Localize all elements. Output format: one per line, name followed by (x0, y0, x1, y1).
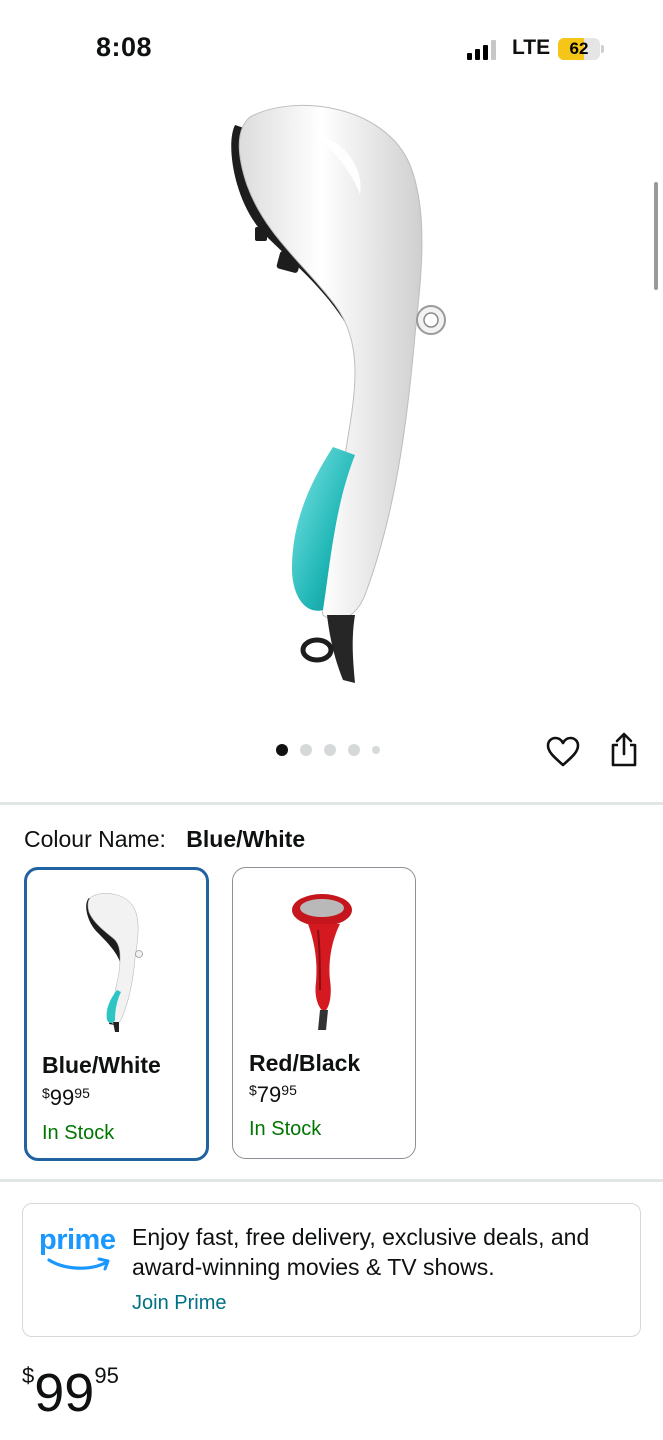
signal-bars-icon (467, 40, 496, 60)
variant-price: $9995 (42, 1085, 90, 1110)
colour-name-value: Blue/White (186, 826, 306, 852)
price-fraction: 95 (94, 1363, 119, 1388)
network-type: LTE (512, 36, 551, 59)
section-divider (0, 1179, 663, 1182)
prime-logo-text: prime (39, 1224, 116, 1256)
battery-cap (601, 45, 604, 53)
heart-icon[interactable] (546, 735, 580, 769)
variant-price: $7995 (249, 1082, 297, 1107)
colour-name-row: Colour Name: Blue/White (24, 826, 305, 853)
scrollbar[interactable] (654, 182, 658, 290)
prime-promo-card[interactable]: prime Enjoy fast, free delivery, exclusi… (22, 1203, 641, 1337)
price-whole: 99 (34, 1363, 95, 1423)
section-divider (0, 802, 663, 805)
prime-smile-icon (47, 1257, 110, 1271)
join-prime-link[interactable]: Join Prime (132, 1292, 226, 1315)
price-currency: $ (22, 1363, 35, 1388)
variant-option-blue-white[interactable]: Blue/White $9995 In Stock (24, 867, 209, 1161)
variant-option-red-black[interactable]: Red/Black $7995 In Stock (232, 867, 416, 1159)
colour-name-label: Colour Name: (24, 826, 166, 852)
variant-name: Red/Black (249, 1050, 361, 1076)
carousel-dot[interactable] (324, 744, 336, 756)
prime-message: Enjoy fast, free delivery, exclusive dea… (132, 1224, 590, 1280)
carousel-dot[interactable] (300, 744, 312, 756)
variant-stock-status: In Stock (42, 1122, 115, 1144)
prime-logo: prime (39, 1224, 119, 1276)
status-bar: 8:08 LTE 62 (0, 0, 663, 90)
carousel-dot[interactable] (348, 744, 360, 756)
battery-indicator: 62 (558, 38, 600, 60)
carousel-dot[interactable] (372, 746, 380, 754)
image-carousel-dots[interactable] (276, 743, 380, 757)
share-icon[interactable] (607, 731, 641, 769)
variant-name: Blue/White (42, 1052, 161, 1078)
battery-level: 62 (569, 39, 589, 58)
carousel-dot[interactable] (276, 744, 288, 756)
variant-thumbnail (85, 893, 143, 1032)
product-image[interactable] (195, 95, 475, 695)
variant-thumbnail (292, 894, 352, 1030)
status-time: 8:08 (96, 32, 153, 62)
variant-stock-status: In Stock (249, 1118, 322, 1140)
product-price: $9995 (22, 1362, 119, 1432)
